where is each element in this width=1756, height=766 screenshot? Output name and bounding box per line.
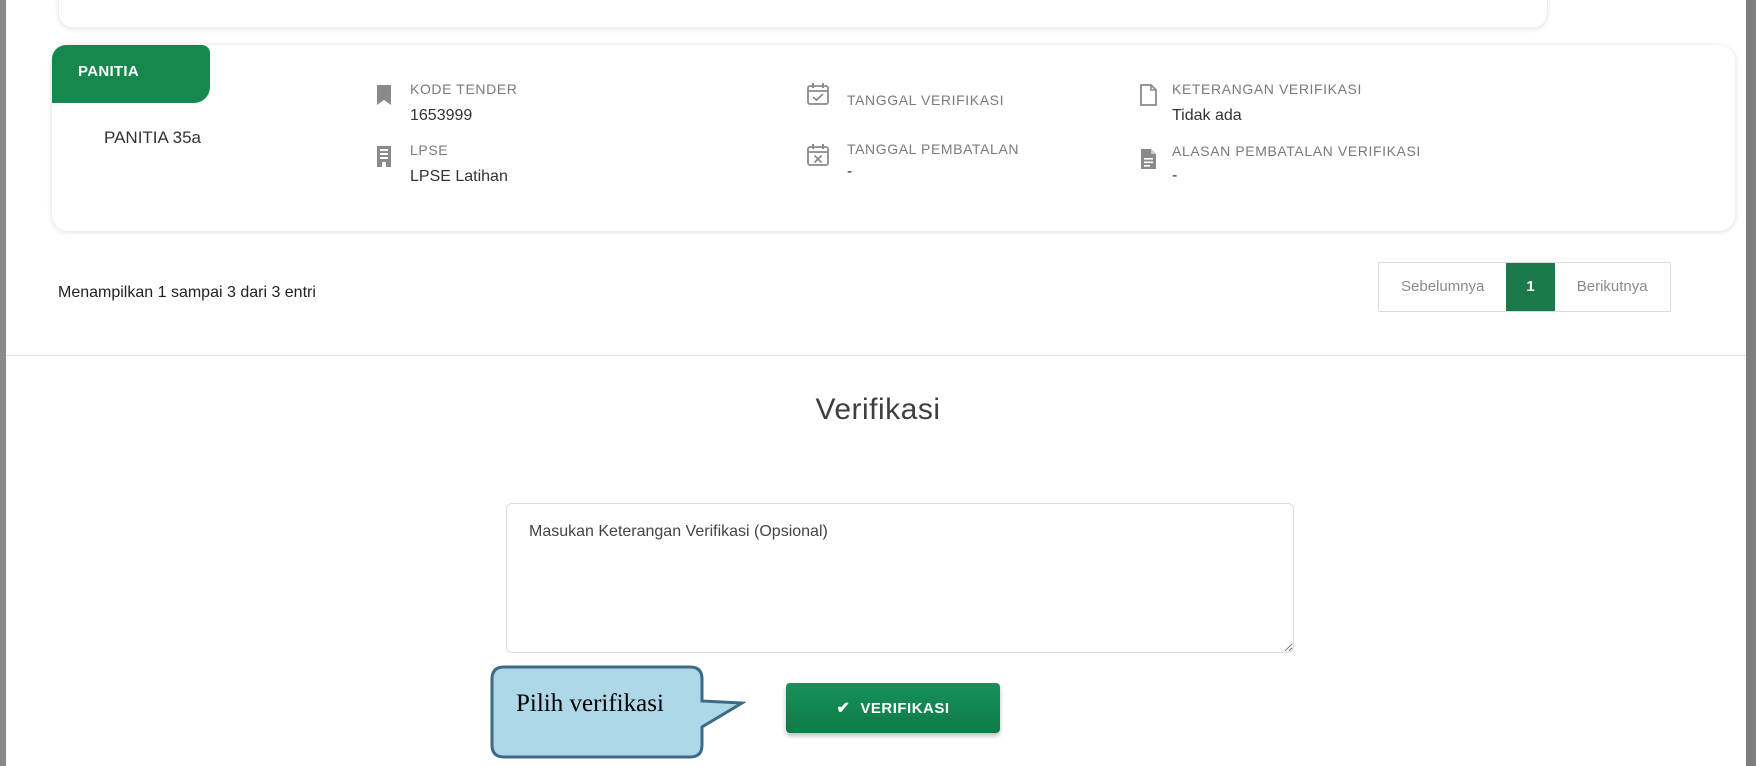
panitia-card: PANITIA PANITIA 35a KODE TENDER 1653999 … [52, 45, 1735, 231]
file-text-icon [1141, 149, 1156, 169]
keterangan-verifikasi-label: KETERANGAN VERIFIKASI [1172, 81, 1362, 97]
tanggal-verifikasi-label: TANGGAL VERIFIKASI [847, 92, 1005, 108]
verifikasi-button-label: VERIFIKASI [860, 699, 950, 717]
callout-annotation: Pilih verifikasi [490, 665, 746, 761]
check-icon: ✔ [836, 700, 851, 717]
alasan-pembatalan-label: ALASAN PEMBATALAN VERIFIKASI [1172, 143, 1421, 159]
pagination: Sebelumnya 1 Berikutnya [1378, 262, 1671, 312]
entries-summary: Menampilkan 1 sampai 3 dari 3 entri [58, 284, 316, 301]
tanggal-pembatalan-value: - [847, 163, 853, 180]
file-outline-icon [1140, 84, 1157, 106]
verifikasi-button[interactable]: ✔ VERIFIKASI [786, 683, 1000, 733]
lpse-label: LPSE [410, 142, 449, 158]
tanggal-pembatalan-label: TANGGAL PEMBATALAN [847, 141, 1020, 157]
panitia-name: PANITIA 35a [104, 128, 202, 147]
building-icon [377, 146, 391, 167]
keterangan-verifikasi-input[interactable] [506, 503, 1294, 653]
verifikasi-title: Verifikasi [815, 393, 941, 426]
kode-tender-label: KODE TENDER [410, 81, 518, 97]
pagination-page-1[interactable]: 1 [1506, 263, 1555, 311]
calendar-check-icon [807, 83, 829, 105]
pagination-prev[interactable]: Sebelumnya [1379, 263, 1506, 311]
bookmark-icon [377, 85, 391, 105]
pagination-next[interactable]: Berikutnya [1555, 263, 1670, 311]
page-frame: PANITIA PANITIA 35a KODE TENDER 1653999 … [6, 0, 1750, 766]
callout-text: Pilih verifikasi [516, 690, 664, 717]
lpse-value: LPSE Latihan [410, 168, 508, 185]
alasan-pembatalan-value: - [1172, 167, 1178, 184]
previous-card [58, 0, 1548, 28]
kode-tender-value: 1653999 [410, 107, 473, 124]
panitia-tag: PANITIA [52, 45, 210, 103]
keterangan-verifikasi-value: Tidak ada [1172, 107, 1242, 124]
calendar-x-icon [807, 144, 829, 166]
section-divider [6, 355, 1750, 356]
frame-edge [1746, 0, 1756, 766]
